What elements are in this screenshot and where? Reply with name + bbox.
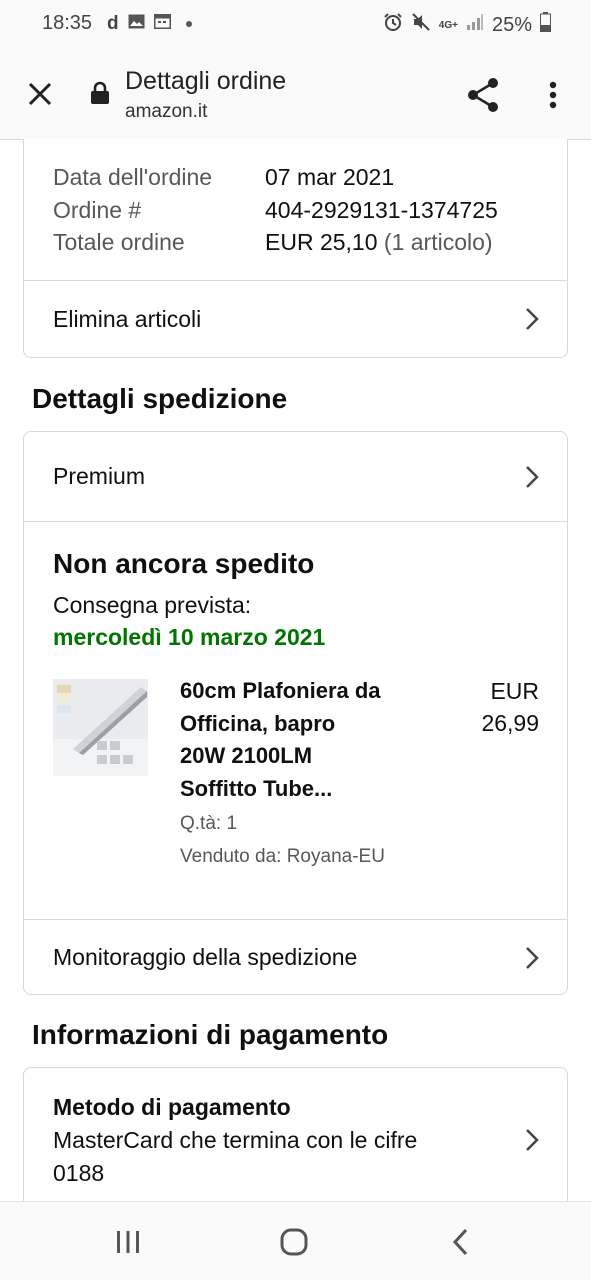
tracking-label: Monitoraggio della spedizione <box>53 944 358 970</box>
product-price: EUR 26,99 <box>481 675 539 739</box>
shipping-speed-label: Premium <box>53 463 146 489</box>
product-title[interactable]: 60cm Plafoniera da Officina, bapro 20W 2… <box>180 675 420 805</box>
home-button[interactable] <box>264 1220 324 1264</box>
dot-icon <box>185 21 192 27</box>
home-icon <box>280 1228 308 1256</box>
calendar-icon <box>153 13 172 34</box>
image-icon <box>128 14 145 34</box>
back-button[interactable] <box>430 1220 490 1264</box>
system-nav-bar <box>0 1201 591 1280</box>
product-title-line: Soffitto Tube... <box>180 775 333 801</box>
order-number-value: 404-2929131-1374725 <box>265 196 498 223</box>
chevron-right-icon <box>526 308 539 330</box>
network-type: 4G+ <box>438 19 458 31</box>
product-title-line: Officina, bapro <box>180 710 336 736</box>
order-total-row: Totale ordine EUR 25,10 (1 articolo) <box>53 226 498 259</box>
shipping-section-title: Dettagli spedizione <box>32 383 288 414</box>
order-total-label: Totale ordine <box>53 229 185 255</box>
product-seller: Venduto da: Royana-EU <box>180 846 385 867</box>
chevron-right-icon <box>526 465 539 488</box>
payment-method-title: Metodo di pagamento <box>53 1094 291 1120</box>
product-quantity: Q.tà: 1 <box>180 813 238 834</box>
shipment-card: Premium Non ancora spedito Consegna prev… <box>23 431 568 995</box>
price-value: 26,99 <box>481 710 539 736</box>
delete-items-link[interactable]: Elimina articoli <box>24 281 567 357</box>
product-title-line: 20W 2100LM <box>180 743 313 768</box>
system-icons: 4G+ 25% <box>383 12 551 38</box>
product-image[interactable] <box>53 679 148 776</box>
divider <box>24 521 567 522</box>
shipment-status: Non ancora spedito <box>53 548 315 579</box>
product-title-line: 60cm Plafoniera da <box>180 678 381 703</box>
tracking-link[interactable]: Monitoraggio della spedizione <box>24 920 567 995</box>
order-info: Data dell'ordine 07 mar 2021 Ordine # 40… <box>53 161 498 259</box>
order-date-value: 07 mar 2021 <box>265 164 395 190</box>
status-bar: 18:35 d 4G+ 25% <box>0 0 591 52</box>
recents-button[interactable] <box>98 1220 158 1264</box>
d-icon: d <box>107 13 119 34</box>
back-icon <box>452 1228 468 1256</box>
shipping-speed-link[interactable]: Premium <box>24 432 567 521</box>
notification-icons: d <box>107 13 192 35</box>
payment-section-title: Informazioni di pagamento <box>32 1019 389 1050</box>
order-number-row: Ordine # 404-2929131-1374725 <box>53 194 498 227</box>
page-domain: amazon.it <box>125 101 208 122</box>
payment-method-text: MasterCard che termina con le cifre 0188 <box>53 1124 473 1189</box>
lock-icon <box>90 81 110 110</box>
custom-tab-toolbar: Dettagli ordine amazon.it <box>0 52 591 140</box>
price-currency: EUR <box>490 678 539 704</box>
mute-icon <box>411 12 431 38</box>
order-item-count: (1 articolo) <box>383 229 493 255</box>
status-time: 18:35 <box>42 12 93 34</box>
payment-method-line: 0188 <box>53 1159 105 1186</box>
delivery-label: Consegna prevista: <box>53 592 252 618</box>
order-summary-card: Data dell'ordine 07 mar 2021 Ordine # 40… <box>23 139 568 358</box>
more-vert-icon <box>549 81 557 109</box>
order-date-label: Data dell'ordine <box>53 164 213 190</box>
close-button[interactable] <box>22 76 58 112</box>
battery-percent: 25% <box>491 13 532 36</box>
signal-icon <box>466 13 484 37</box>
delete-items-label: Elimina articoli <box>53 305 202 332</box>
battery-icon <box>540 12 551 38</box>
chevron-right-icon <box>526 946 539 969</box>
order-number-label: Ordine # <box>53 196 142 223</box>
share-icon <box>468 78 498 112</box>
order-date-row: Data dell'ordine 07 mar 2021 <box>53 161 498 194</box>
chevron-right-icon <box>526 1129 539 1151</box>
alarm-icon <box>383 12 403 38</box>
share-button[interactable] <box>462 74 504 116</box>
delivery-date: mercoledì 10 marzo 2021 <box>53 624 326 650</box>
page-title: Dettagli ordine <box>125 67 287 95</box>
payment-method-line: MasterCard che termina con le cifre <box>53 1127 418 1153</box>
order-total-value: EUR 25,10 <box>265 229 378 255</box>
more-menu-button[interactable] <box>535 74 571 116</box>
recents-icon <box>117 1231 139 1253</box>
close-icon <box>28 82 52 106</box>
